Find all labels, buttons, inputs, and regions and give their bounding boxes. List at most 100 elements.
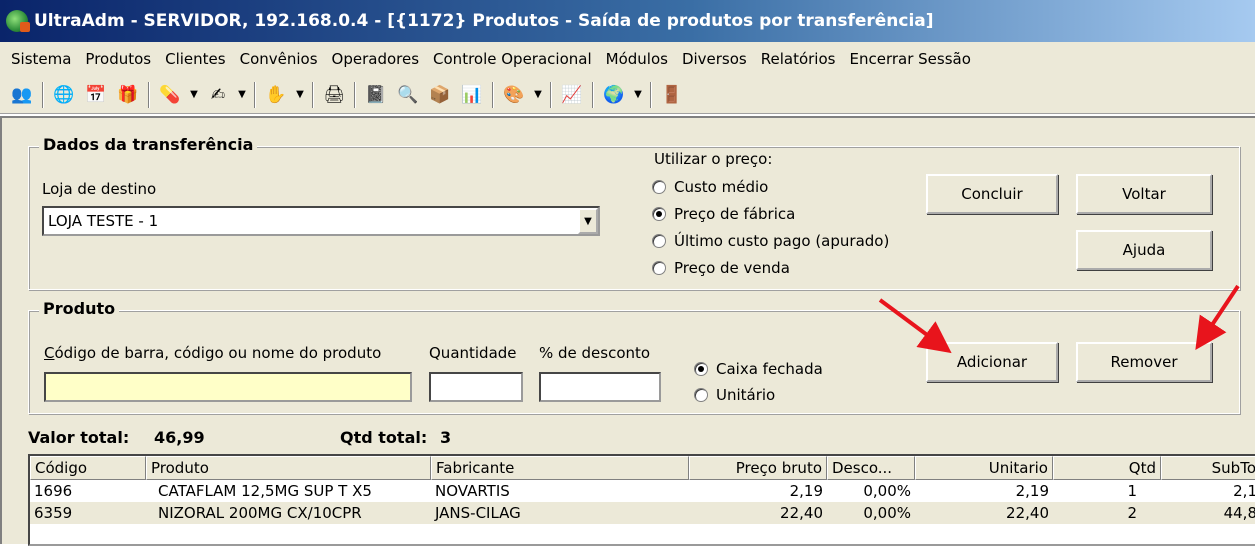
world-icon[interactable]: 🌍	[601, 82, 627, 108]
menu-controle-operacional[interactable]: Controle Operacional	[426, 42, 599, 76]
price-option-label: Preço de fábrica	[674, 205, 796, 223]
product-code-label-text: ódigo de barra, código ou nome do produt…	[54, 344, 382, 362]
radio-button[interactable]	[694, 388, 708, 402]
quantity-input[interactable]	[429, 372, 523, 402]
price-option-ultimo-custo[interactable]: Último custo pago (apurado)	[652, 232, 889, 250]
app-icon	[6, 10, 30, 32]
radio-button-selected[interactable]	[694, 362, 708, 376]
menu-sistema[interactable]: Sistema	[4, 42, 78, 76]
cell-subtotal: 2,1	[1233, 482, 1255, 500]
toolbar-separator	[492, 81, 494, 108]
cell-codigo: 1696	[34, 482, 73, 500]
col-qtd[interactable]: Qtd	[1053, 456, 1161, 480]
window-title: UltraAdm - SERVIDOR, 192.168.0.4 - [{117…	[34, 11, 934, 31]
price-option-label: Custo médio	[674, 178, 769, 196]
menu-diversos[interactable]: Diversos	[675, 42, 754, 76]
radio-button-selected[interactable]	[652, 207, 666, 221]
table-row[interactable]: 1696 CATAFLAM 12,5MG SUP T X5 NOVARTIS 2…	[30, 480, 1255, 502]
remove-button[interactable]: Remover	[1076, 342, 1212, 382]
pills-icon[interactable]: 💊	[157, 82, 183, 108]
product-code-label-accelerator: C	[44, 344, 55, 362]
total-qty: 3	[440, 428, 452, 447]
chevron-down-icon[interactable]: ▼	[294, 89, 306, 100]
palette-icon[interactable]: 🎨	[501, 82, 527, 108]
cell-unitario: 22,40	[1006, 504, 1049, 522]
cell-produto: NIZORAL 200MG CX/10CPR	[158, 504, 362, 522]
chart-icon[interactable]: 📊	[459, 82, 485, 108]
table-header: Código Produto Fabricante Preço bruto De…	[30, 456, 1255, 480]
store-select[interactable]: LOJA TESTE - 1 ▼	[42, 206, 600, 236]
globe-icon[interactable]: 🌐	[51, 82, 77, 108]
col-desconto[interactable]: Desco...	[827, 456, 915, 480]
chevron-down-icon[interactable]: ▼	[236, 89, 248, 100]
col-fabricante[interactable]: Fabricante	[431, 456, 689, 480]
toolbar-separator	[254, 81, 256, 108]
cell-codigo: 6359	[34, 504, 73, 522]
back-button[interactable]: Voltar	[1076, 174, 1212, 214]
quantity-label: Quantidade	[429, 344, 517, 362]
price-label: Utilizar o preço:	[654, 150, 773, 168]
cell-preco-bruto: 2,19	[789, 482, 823, 500]
help-button[interactable]: Ajuda	[1076, 230, 1212, 270]
col-preco-bruto[interactable]: Preço bruto	[689, 456, 827, 480]
products-table[interactable]: Código Produto Fabricante Preço bruto De…	[28, 454, 1255, 546]
pack-option-label: Caixa fechada	[716, 360, 823, 378]
cell-fabricante: NOVARTIS	[435, 482, 510, 500]
col-produto[interactable]: Produto	[146, 456, 431, 480]
product-code-input[interactable]	[44, 372, 412, 402]
cell-desconto: 0,00%	[863, 482, 911, 500]
chevron-down-icon[interactable]: ▼	[578, 208, 598, 234]
discount-input[interactable]	[539, 372, 661, 402]
toolbar-separator	[312, 81, 314, 108]
menu-operadores[interactable]: Operadores	[325, 42, 427, 76]
table-row[interactable]: 6359 NIZORAL 200MG CX/10CPR JANS-CILAG 2…	[30, 502, 1255, 524]
search-icon[interactable]: 🔍	[395, 82, 421, 108]
cell-fabricante: JANS-CILAG	[435, 504, 521, 522]
chevron-down-icon[interactable]: ▼	[532, 89, 544, 100]
cell-qtd: 2	[1127, 504, 1137, 522]
col-subtotal[interactable]: SubTo	[1161, 456, 1255, 480]
menu-modulos[interactable]: Módulos	[599, 42, 675, 76]
edit-icon[interactable]: ✍	[205, 82, 231, 108]
col-unitario[interactable]: Unitario	[915, 456, 1053, 480]
menu-bar: Sistema Produtos Clientes Convênios Oper…	[0, 42, 1255, 76]
trend-icon[interactable]: 📈	[559, 82, 585, 108]
radio-button[interactable]	[652, 234, 666, 248]
product-code-label: Código de barra, código ou nome do produ…	[44, 344, 381, 362]
menu-clientes[interactable]: Clientes	[158, 42, 232, 76]
toolbar-separator	[592, 81, 594, 108]
users-icon[interactable]: 👥	[9, 82, 35, 108]
menu-encerrar-sessao[interactable]: Encerrar Sessão	[842, 42, 977, 76]
gift-icon[interactable]: 🎁	[115, 82, 141, 108]
cell-desconto: 0,00%	[863, 504, 911, 522]
cell-qtd: 1	[1127, 482, 1137, 500]
menu-produtos[interactable]: Produtos	[78, 42, 158, 76]
chevron-down-icon[interactable]: ▼	[188, 89, 200, 100]
product-group-title: Produto	[39, 299, 120, 318]
store-label: Loja de destino	[42, 180, 157, 198]
radio-button[interactable]	[652, 261, 666, 275]
price-option-preco-fabrica[interactable]: Preço de fábrica	[652, 205, 795, 223]
conclude-button[interactable]: Concluir	[926, 174, 1058, 214]
box-icon[interactable]: 📦	[427, 82, 453, 108]
chevron-down-icon[interactable]: ▼	[632, 89, 644, 100]
price-option-preco-venda[interactable]: Preço de venda	[652, 259, 790, 277]
pack-option-caixa-fechada[interactable]: Caixa fechada	[694, 360, 823, 378]
printer-icon[interactable]: 🖨	[321, 82, 347, 108]
book-icon[interactable]: 📓	[363, 82, 389, 108]
total-qty-label: Qtd total:	[340, 428, 428, 447]
calendar-icon[interactable]: 📅	[83, 82, 109, 108]
radio-button[interactable]	[652, 180, 666, 194]
toolbar-separator	[550, 81, 552, 108]
hand-icon[interactable]: ✋	[263, 82, 289, 108]
pack-option-label: Unitário	[716, 386, 776, 404]
col-codigo[interactable]: Código	[30, 456, 146, 480]
exit-icon[interactable]: 🚪	[659, 82, 685, 108]
pack-option-unitario[interactable]: Unitário	[694, 386, 775, 404]
title-bar[interactable]: UltraAdm - SERVIDOR, 192.168.0.4 - [{117…	[0, 0, 1255, 42]
price-option-custo-medio[interactable]: Custo médio	[652, 178, 768, 196]
add-button[interactable]: Adicionar	[926, 342, 1058, 382]
cell-preco-bruto: 22,40	[780, 504, 823, 522]
menu-convenios[interactable]: Convênios	[233, 42, 325, 76]
menu-relatorios[interactable]: Relatórios	[754, 42, 843, 76]
